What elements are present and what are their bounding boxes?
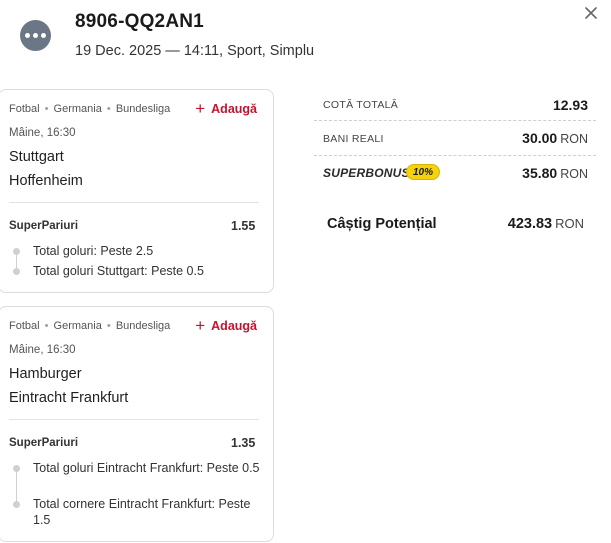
home-team: Hamburger <box>9 366 82 382</box>
event-card: Fotbal • Germania • Bundesliga + Adaugă … <box>0 89 274 293</box>
real-money-value: 30.00 RON <box>522 130 588 146</box>
add-button[interactable]: + Adaugă <box>195 317 257 334</box>
event-card: Fotbal • Germania • Bundesliga + Adaugă … <box>0 306 274 542</box>
bet-odds: 1.35 <box>231 436 256 450</box>
close-button[interactable] <box>580 2 602 24</box>
superbonus-label: SUPERBONUS <box>323 166 410 180</box>
bet-odds: 1.55 <box>231 219 256 233</box>
total-odds-label: COTĂ TOTALĂ <box>323 99 399 111</box>
event-breadcrumb: Fotbal • Germania • Bundesliga <box>9 103 171 115</box>
plus-icon: + <box>195 316 206 335</box>
selection-connector <box>16 471 17 504</box>
bet-type: SuperPariuri <box>9 437 79 449</box>
superbonus-value: 35.80 RON <box>522 165 588 181</box>
potential-win-value: 423.83 RON <box>507 216 584 232</box>
more-horizontal-icon <box>25 33 30 38</box>
event-time: Mâine, 16:30 <box>9 127 76 139</box>
ticket-header: 8906-QQ2AN1 19 Dec. 2025 — 14:11, Sport,… <box>0 0 611 80</box>
divider <box>314 155 596 156</box>
bullet-dot-icon <box>13 248 20 255</box>
more-options-button[interactable] <box>20 20 51 51</box>
ticket-meta: 19 Dec. 2025 — 14:11, Sport, Simplu <box>75 43 315 59</box>
real-money-label: BANI REALI <box>323 133 384 145</box>
selection-item: Total goluri Eintracht Frankfurt: Peste … <box>33 461 260 475</box>
bullet-dot-icon <box>13 501 20 508</box>
divider <box>9 419 259 420</box>
selection-item: Total goluri Stuttgart: Peste 0.5 <box>33 264 204 278</box>
bullet-dot-icon <box>13 268 20 275</box>
selection-item: Total cornere Eintracht Frankfurt: Peste… <box>33 497 251 527</box>
away-team: Eintracht Frankfurt <box>9 390 129 406</box>
close-icon <box>585 7 597 19</box>
away-team: Hoffenheim <box>9 173 83 189</box>
bet-type: SuperPariuri <box>9 220 79 232</box>
ticket-id: 8906-QQ2AN1 <box>75 11 204 32</box>
divider <box>9 202 259 203</box>
divider <box>314 120 596 121</box>
home-team: Stuttgart <box>9 149 64 165</box>
potential-win-label: Câștig Potențial <box>327 216 437 232</box>
superbonus-badge: 10% <box>406 164 440 180</box>
total-odds-value: 12.93 <box>552 97 588 113</box>
bullet-dot-icon <box>13 465 20 472</box>
event-time: Mâine, 16:30 <box>9 344 76 356</box>
plus-icon: + <box>195 99 206 118</box>
event-breadcrumb: Fotbal • Germania • Bundesliga <box>9 320 171 332</box>
selection-item: Total goluri: Peste 2.5 <box>33 244 154 258</box>
add-button[interactable]: + Adaugă <box>195 100 257 117</box>
